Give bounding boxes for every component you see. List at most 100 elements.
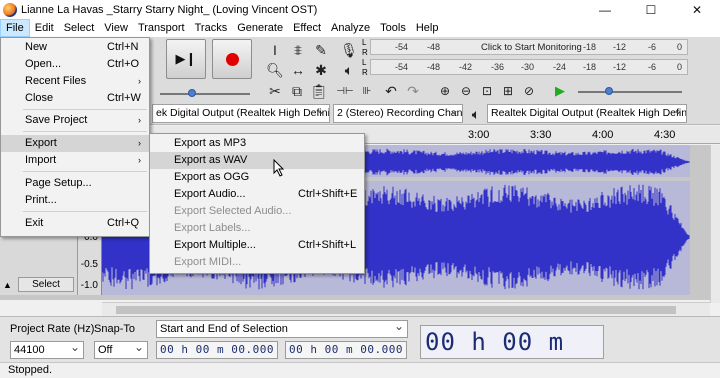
- export-midi: Export MIDI...: [174, 256, 242, 268]
- file-menu-exit[interactable]: Exit Ctrl+Q: [1, 215, 149, 232]
- undo-icon: ↶: [385, 82, 397, 99]
- export-selected-audio: Export Selected Audio...: [174, 205, 292, 217]
- project-rate-select[interactable]: 44100: [10, 339, 84, 359]
- selection-start-time[interactable]: 00 h 00 m 00.000 s: [156, 341, 278, 372]
- playback-device-select[interactable]: Realtek Digital Output (Realtek High Def…: [487, 104, 687, 123]
- play-at-speed-button[interactable]: ▶: [549, 80, 571, 102]
- record-icon: [225, 52, 239, 66]
- fit-selection-button[interactable]: ⊡: [476, 80, 498, 102]
- clipboard-icon: 📋︎: [310, 82, 328, 99]
- undo-button[interactable]: ↶: [380, 80, 402, 102]
- fit-project-button[interactable]: ⊞: [497, 80, 519, 102]
- menu-select[interactable]: Select: [59, 19, 100, 37]
- playback-volume-slider[interactable]: [160, 93, 250, 95]
- export-as-wav[interactable]: Export as WAV: [150, 152, 364, 169]
- play-speed-slider[interactable]: [578, 91, 682, 93]
- timeline-tick: 4:30: [654, 129, 676, 141]
- file-menu-save-project[interactable]: Save Project ›: [1, 112, 149, 129]
- project-rate-label: Project Rate (Hz): [10, 323, 95, 335]
- file-menu-recent-files[interactable]: Recent Files ›: [1, 73, 149, 90]
- timeline-tick: 3:00: [468, 129, 490, 141]
- export-as-mp3[interactable]: Export as MP3: [150, 135, 364, 152]
- minimize-button[interactable]: —: [582, 0, 628, 19]
- audio-position-display[interactable]: 00 h 00 m 00 s: [420, 325, 604, 378]
- speaker-icon: 🔈︎: [344, 61, 354, 78]
- menu-tools[interactable]: Tools: [375, 19, 411, 37]
- silence-button[interactable]: ⊪: [356, 80, 378, 102]
- title-bar: Lianne La Havas _Starry Starry Night_ (L…: [0, 0, 720, 19]
- envelope-tool-button[interactable]: ⩨: [287, 39, 309, 61]
- file-menu-close[interactable]: Close Ctrl+W: [1, 90, 149, 107]
- paste-button[interactable]: 📋︎: [308, 80, 330, 102]
- export-as-ogg[interactable]: Export as OGG: [150, 169, 364, 186]
- copy-button[interactable]: ⧉: [286, 80, 308, 102]
- collapse-track-icon[interactable]: ▲: [3, 280, 12, 290]
- track-select-button[interactable]: Select: [18, 277, 74, 292]
- file-menu-new[interactable]: New Ctrl+N: [1, 39, 149, 56]
- maximize-button[interactable]: ☐: [628, 0, 674, 19]
- scissors-icon: ✂: [269, 82, 281, 99]
- menu-effect[interactable]: Effect: [288, 19, 326, 37]
- menu-file[interactable]: File: [0, 19, 30, 37]
- export-audio[interactable]: Export Audio... Ctrl+Shift+E: [150, 186, 364, 203]
- zoom-out-button[interactable]: ⊖: [455, 80, 477, 102]
- selection-end-time[interactable]: 00 h 00 m 00.000 s: [285, 341, 407, 372]
- close-button[interactable]: ✕: [674, 0, 720, 19]
- snap-to-select[interactable]: Off: [94, 339, 148, 359]
- file-menu: New Ctrl+N Open... Ctrl+O Recent Files ›…: [0, 37, 150, 237]
- submenu-arrow-icon: ›: [138, 138, 141, 148]
- window-controls: — ☐ ✕: [582, 0, 720, 19]
- menu-help[interactable]: Help: [411, 19, 444, 37]
- copy-icon: ⧉: [292, 82, 302, 99]
- skip-to-end-button[interactable]: ▶❙: [166, 39, 206, 79]
- record-meter-l: L: [362, 38, 367, 47]
- time-shift-tool-button[interactable]: ↔: [287, 59, 309, 81]
- cut-button[interactable]: ✂: [264, 80, 286, 102]
- file-menu-open[interactable]: Open... Ctrl+O: [1, 56, 149, 73]
- selection-mode-select[interactable]: Start and End of Selection: [156, 318, 408, 338]
- menu-tracks[interactable]: Tracks: [190, 19, 233, 37]
- record-meter-button[interactable]: 🎙︎: [338, 39, 360, 61]
- status-bar: Stopped.: [0, 362, 720, 378]
- zoom-in-button[interactable]: ⊕: [434, 80, 456, 102]
- draw-tool-button[interactable]: ✎: [310, 39, 332, 61]
- play-speed-thumb[interactable]: [605, 87, 613, 95]
- snap-to-label: Snap-To: [94, 323, 135, 335]
- horizontal-scroll-thumb[interactable]: [116, 306, 676, 314]
- silence-icon: ⊪: [362, 85, 372, 97]
- zoom-toggle-button[interactable]: ⊘: [518, 80, 540, 102]
- menu-analyze[interactable]: Analyze: [326, 19, 375, 37]
- record-meter[interactable]: -54 -48 Click to Start Monitoring -18 -1…: [370, 39, 688, 55]
- menu-edit[interactable]: Edit: [30, 19, 59, 37]
- playback-meter[interactable]: -54 -48 -42 -36 -30 -24 -18 -12 -6 0: [370, 59, 688, 75]
- selection-tool-button[interactable]: I: [264, 39, 286, 61]
- menu-generate[interactable]: Generate: [232, 19, 288, 37]
- audio-host-select[interactable]: ek Digital Output (Realtek High Definiti: [152, 104, 330, 123]
- playback-volume-thumb[interactable]: [188, 89, 196, 97]
- magnifier-icon: 🔍︎: [266, 61, 284, 78]
- file-menu-import[interactable]: Import ›: [1, 152, 149, 169]
- horizontal-scrollbar[interactable]: [102, 302, 710, 316]
- file-menu-page-setup[interactable]: Page Setup...: [1, 175, 149, 192]
- file-menu-print[interactable]: Print...: [1, 192, 149, 209]
- trim-button[interactable]: ⊣⊢: [334, 80, 356, 102]
- export-labels: Export Labels...: [174, 222, 251, 234]
- redo-button[interactable]: ↷: [402, 80, 424, 102]
- zoom-tool-button[interactable]: 🔍︎: [264, 59, 286, 81]
- zoom-out-icon: ⊖: [460, 84, 472, 98]
- menu-separator: [23, 171, 147, 172]
- export-submenu: Export as MP3 Export as WAV Export as OG…: [149, 133, 365, 274]
- export-multiple[interactable]: Export Multiple... Ctrl+Shift+L: [150, 237, 364, 254]
- pencil-icon: ✎: [315, 41, 327, 58]
- vertical-scrollbar[interactable]: [710, 145, 720, 303]
- record-button[interactable]: [212, 39, 252, 79]
- playback-meter-button[interactable]: 🔈︎: [338, 59, 360, 81]
- menu-transport[interactable]: Transport: [133, 19, 190, 37]
- menu-bar: File Edit Select View Transport Tracks G…: [0, 19, 720, 37]
- file-menu-export[interactable]: Export ›: [1, 135, 149, 152]
- zoom-in-icon: ⊕: [439, 84, 451, 98]
- multi-tool-button[interactable]: ✱: [310, 59, 332, 81]
- double-arrow-icon: ↔: [291, 62, 305, 78]
- menu-view[interactable]: View: [99, 19, 133, 37]
- recording-channels-select[interactable]: 2 (Stereo) Recording Chann: [333, 104, 463, 123]
